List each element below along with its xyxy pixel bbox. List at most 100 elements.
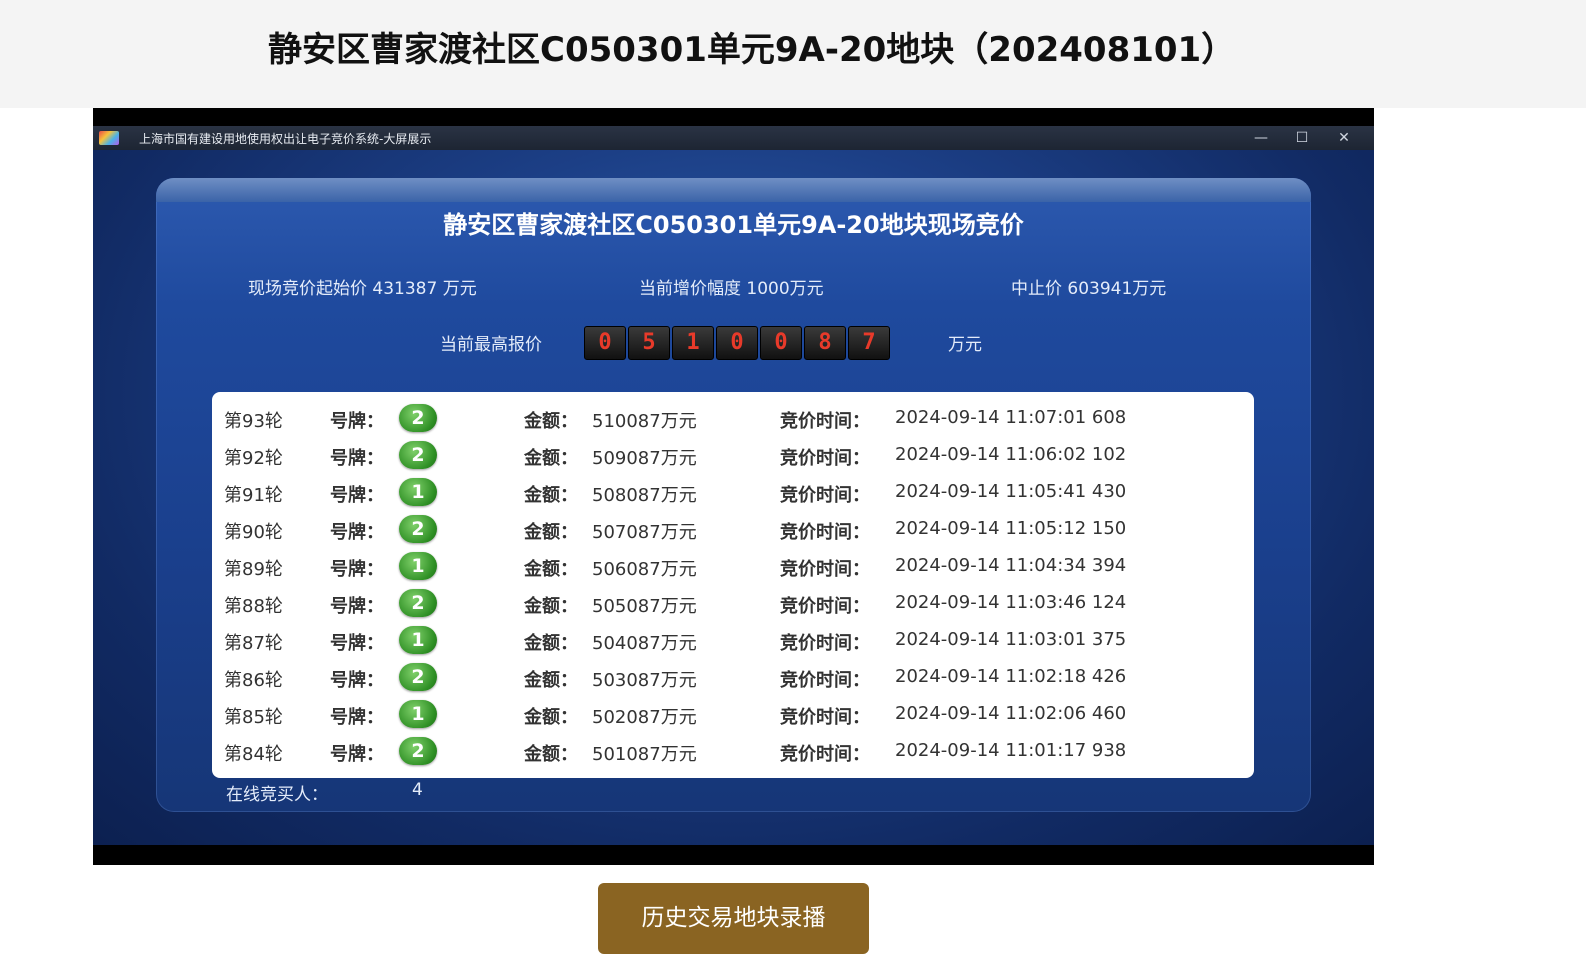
bid-time: 2024-09-14 11:01:17 938 bbox=[895, 740, 1127, 761]
online-bidders-count: 4 bbox=[412, 780, 423, 800]
bid-time: 2024-09-14 11:05:41 430 bbox=[895, 481, 1127, 502]
plate-badge: 2 bbox=[399, 441, 437, 469]
plate-badge: 1 bbox=[399, 478, 437, 506]
plate-badge: 2 bbox=[399, 515, 437, 543]
bid-round: 第92轮 bbox=[224, 448, 283, 469]
amount-label: 金额： bbox=[524, 744, 578, 765]
auction-board: 静安区曹家渡社区C050301单元9A-20地块现场竞价 现场竞价起始价 431… bbox=[156, 178, 1311, 812]
bid-time: 2024-09-14 11:07:01 608 bbox=[895, 407, 1127, 428]
board-top-bar bbox=[156, 178, 1311, 202]
price-digit: 8 bbox=[804, 326, 846, 360]
amount-label: 金额： bbox=[524, 559, 578, 580]
amount-label: 金额： bbox=[524, 670, 578, 691]
start-price: 现场竞价起始价 431387 万元 bbox=[248, 279, 477, 299]
bid-time: 2024-09-14 11:02:06 460 bbox=[895, 703, 1127, 724]
price-digit: 0 bbox=[584, 326, 626, 360]
stop-price: 中止价 603941万元 bbox=[1011, 279, 1167, 299]
time-label: 竞价时间： bbox=[780, 522, 870, 543]
price-digit: 0 bbox=[760, 326, 802, 360]
bid-time: 2024-09-14 11:02:18 426 bbox=[895, 666, 1127, 687]
price-increment: 当前增价幅度 1000万元 bbox=[639, 279, 824, 299]
bid-amount: 505087万元 bbox=[592, 596, 697, 617]
bid-amount: 502087万元 bbox=[592, 707, 697, 728]
bid-amount: 510087万元 bbox=[592, 411, 697, 432]
close-icon[interactable]: ✕ bbox=[1331, 128, 1357, 148]
amount-label: 金额： bbox=[524, 485, 578, 506]
plate-badge: 2 bbox=[399, 663, 437, 691]
bid-round: 第86轮 bbox=[224, 670, 283, 691]
amount-label: 金额： bbox=[524, 522, 578, 543]
plate-badge: 1 bbox=[399, 700, 437, 728]
amount-label: 金额： bbox=[524, 411, 578, 432]
bid-amount: 509087万元 bbox=[592, 448, 697, 469]
minimize-icon[interactable]: — bbox=[1248, 128, 1274, 148]
plate-label: 号牌： bbox=[330, 522, 384, 543]
history-replay-button[interactable]: 历史交易地块录播 bbox=[598, 883, 869, 954]
video-player[interactable]: 上海市国有建设用地使用权出让电子竞价系统-大屏展示 — ☐ ✕ 静安区曹家渡社区… bbox=[93, 108, 1374, 865]
time-label: 竞价时间： bbox=[780, 485, 870, 506]
bid-row: 第93轮 号牌： 2 金额： 510087万元 竞价时间： 2024-09-14 11:07… bbox=[212, 400, 1254, 437]
page-header: 静安区曹家渡社区C050301单元9A-20地块（202408101） bbox=[0, 0, 1586, 108]
bid-amount: 508087万元 bbox=[592, 485, 697, 506]
bid-amount: 506087万元 bbox=[592, 559, 697, 580]
bid-time: 2024-09-14 11:03:01 375 bbox=[895, 629, 1127, 650]
time-label: 竞价时间： bbox=[780, 596, 870, 617]
amount-label: 金额： bbox=[524, 633, 578, 654]
bid-row: 第88轮 号牌： 2 金额： 505087万元 竞价时间： 2024-09-14 11:03… bbox=[212, 585, 1254, 622]
maximize-icon[interactable]: ☐ bbox=[1289, 128, 1315, 148]
time-label: 竞价时间： bbox=[780, 448, 870, 469]
highest-price-unit: 万元 bbox=[948, 335, 982, 355]
highest-price-label: 当前最高报价 bbox=[440, 335, 542, 355]
highest-price-counter: 0 5 1 0 0 8 7 bbox=[584, 326, 890, 360]
time-label: 竞价时间： bbox=[780, 411, 870, 432]
amount-label: 金额： bbox=[524, 448, 578, 469]
plate-label: 号牌： bbox=[330, 633, 384, 654]
bid-row: 第89轮 号牌： 1 金额： 506087万元 竞价时间： 2024-09-14 11:04… bbox=[212, 548, 1254, 585]
bid-list: 第93轮 号牌： 2 金额： 510087万元 竞价时间： 2024-09-14 11:07… bbox=[212, 392, 1254, 778]
bid-row: 第92轮 号牌： 2 金额： 509087万元 竞价时间： 2024-09-14 11:06… bbox=[212, 437, 1254, 474]
app-icon bbox=[99, 131, 119, 145]
plate-badge: 2 bbox=[399, 589, 437, 617]
bid-row: 第91轮 号牌： 1 金额： 508087万元 竞价时间： 2024-09-14 11:05… bbox=[212, 474, 1254, 511]
bid-time: 2024-09-14 11:06:02 102 bbox=[895, 444, 1127, 465]
bid-round: 第93轮 bbox=[224, 411, 283, 432]
plate-label: 号牌： bbox=[330, 707, 384, 728]
bid-row: 第90轮 号牌： 2 金额： 507087万元 竞价时间： 2024-09-14 11:05… bbox=[212, 511, 1254, 548]
bid-amount: 501087万元 bbox=[592, 744, 697, 765]
amount-label: 金额： bbox=[524, 707, 578, 728]
bid-time: 2024-09-14 11:04:34 394 bbox=[895, 555, 1127, 576]
amount-label: 金额： bbox=[524, 596, 578, 617]
price-digit: 5 bbox=[628, 326, 670, 360]
plate-label: 号牌： bbox=[330, 744, 384, 765]
plate-label: 号牌： bbox=[330, 670, 384, 691]
plate-badge: 2 bbox=[399, 404, 437, 432]
plate-label: 号牌： bbox=[330, 411, 384, 432]
bid-round: 第85轮 bbox=[224, 707, 283, 728]
page-title: 静安区曹家渡社区C050301单元9A-20地块（202408101） bbox=[268, 30, 1236, 70]
bid-time: 2024-09-14 11:03:46 124 bbox=[895, 592, 1127, 613]
window-title: 上海市国有建设用地使用权出让电子竞价系统-大屏展示 bbox=[139, 132, 432, 146]
price-digit: 1 bbox=[672, 326, 714, 360]
bid-round: 第89轮 bbox=[224, 559, 283, 580]
time-label: 竞价时间： bbox=[780, 744, 870, 765]
plate-label: 号牌： bbox=[330, 596, 384, 617]
bid-time: 2024-09-14 11:05:12 150 bbox=[895, 518, 1127, 539]
bid-row: 第85轮 号牌： 1 金额： 502087万元 竞价时间： 2024-09-14 11:02… bbox=[212, 696, 1254, 733]
bid-round: 第87轮 bbox=[224, 633, 283, 654]
bid-amount: 504087万元 bbox=[592, 633, 697, 654]
time-label: 竞价时间： bbox=[780, 670, 870, 691]
board-title: 静安区曹家渡社区C050301单元9A-20地块现场竞价 bbox=[443, 211, 1024, 239]
plate-badge: 1 bbox=[399, 552, 437, 580]
plate-badge: 1 bbox=[399, 626, 437, 654]
bid-row: 第86轮 号牌： 2 金额： 503087万元 竞价时间： 2024-09-14 11:02… bbox=[212, 659, 1254, 696]
bid-row: 第84轮 号牌： 2 金额： 501087万元 竞价时间： 2024-09-14 11:01… bbox=[212, 733, 1254, 770]
bid-amount: 503087万元 bbox=[592, 670, 697, 691]
price-digit: 0 bbox=[716, 326, 758, 360]
time-label: 竞价时间： bbox=[780, 559, 870, 580]
bid-row: 第87轮 号牌： 1 金额： 504087万元 竞价时间： 2024-09-14 11:03… bbox=[212, 622, 1254, 659]
online-bidders-label: 在线竞买人： bbox=[226, 785, 328, 805]
plate-label: 号牌： bbox=[330, 448, 384, 469]
bid-round: 第90轮 bbox=[224, 522, 283, 543]
plate-badge: 2 bbox=[399, 737, 437, 765]
plate-label: 号牌： bbox=[330, 559, 384, 580]
